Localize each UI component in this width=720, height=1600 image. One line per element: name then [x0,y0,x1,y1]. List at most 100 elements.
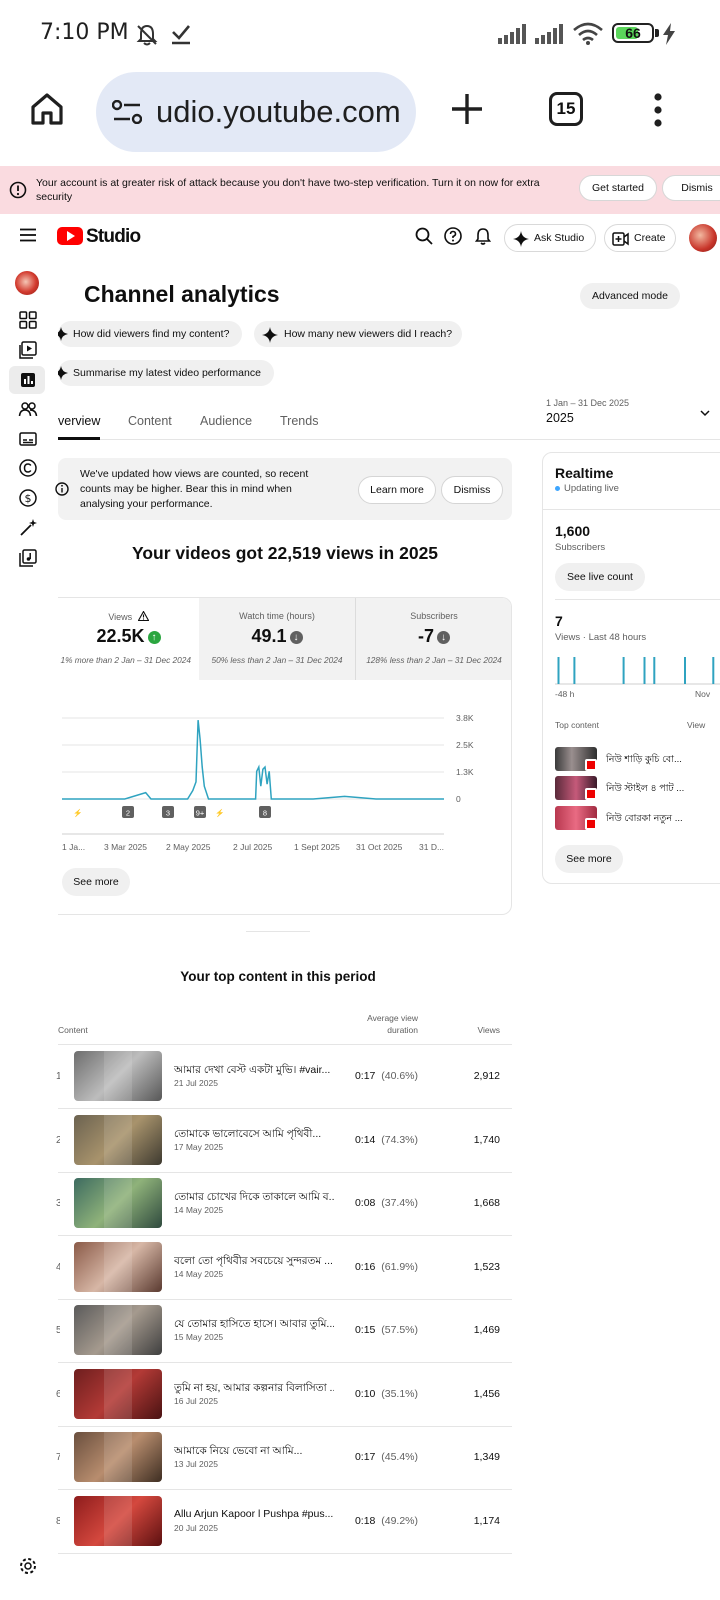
audio-library-icon[interactable] [18,548,38,568]
home-icon[interactable] [30,92,64,126]
upload-marker[interactable]: 9+ [194,806,206,818]
realtime-bar[interactable] [684,657,686,684]
help-icon[interactable] [443,226,463,246]
row-divider [58,1425,512,1427]
menu-icon[interactable] [20,228,36,242]
notice-text: We've updated how views are counted, so … [80,468,309,510]
realtime-bar[interactable] [573,657,576,684]
video-date: 16 Jul 2025 [174,1395,218,1406]
site-settings-icon[interactable] [112,100,142,124]
realtime-top-title: নিউ শাড়ি কুচি বো... [606,754,682,765]
more-vert-icon[interactable] [652,92,664,128]
video-thumbnail[interactable] [74,1178,162,1228]
video-views: 2,912 [473,1070,500,1082]
avg-view-duration: 0:16 (61.9%) [354,1260,418,1273]
dashboard-icon[interactable] [18,310,38,330]
views-counting-notice: We've updated how views are counted, so … [55,458,512,520]
video-thumbnail[interactable] [74,1051,162,1101]
content-icon[interactable] [18,340,38,360]
kpi-value: 22.5K ↑ [58,626,199,647]
copyright-icon[interactable] [18,458,38,478]
url-bar[interactable]: udio.youtube.com [96,72,416,152]
alert-circle-icon [9,181,27,199]
views-line-chart[interactable]: 3.8K 2.5K 1.3K 0 ⚡ 2 3 9+ ⚡ 8 1 Ja... 3 Mar 2025 2 M… [58,698,512,858]
tab-content[interactable]: Content [128,414,172,428]
shorts-marker[interactable]: ⚡ [72,806,84,818]
customisation-wand-icon[interactable] [18,518,38,538]
notice-dismiss-button[interactable]: Dismiss [441,476,503,504]
youtube-logo-icon[interactable] [57,227,83,245]
create-button[interactable]: Create [604,224,676,252]
video-thumbnail[interactable] [74,1495,162,1546]
views-series-line[interactable] [62,720,444,800]
account-avatar[interactable] [689,224,717,252]
realtime-views-bars[interactable] [555,653,720,685]
tab-audience[interactable]: Audience [200,414,252,428]
banner-dismiss-button[interactable]: Dismis [662,175,720,201]
x-tick-label: 3 Mar 2025 [104,842,147,852]
get-started-button[interactable]: Get started [579,175,657,201]
search-icon[interactable] [414,226,434,246]
chip-label: How did viewers find my content? [73,328,230,340]
notifications-icon[interactable] [473,226,493,246]
upload-marker[interactable]: 2 [122,806,134,818]
row-rank: 4 [56,1261,60,1273]
tab-switcher[interactable]: 15 [549,92,583,126]
realtime-bar[interactable] [712,657,715,684]
row-rank: 1 [56,1071,60,1082]
subtitles-icon[interactable] [18,429,38,449]
battery-tip [655,29,659,37]
see-live-count-button[interactable]: See live count [555,563,645,591]
video-thumbnail[interactable] [74,1114,162,1165]
kpi-label: Watch time (hours) [239,611,315,621]
realtime-bar[interactable] [622,657,625,684]
see-more-button[interactable]: See more [62,868,130,896]
kpi-subscribers[interactable]: Subscribers -7 ↓ 128% less than 2 Jan – 3… [355,598,511,680]
realtime-see-more-button[interactable]: See more [555,845,623,873]
y-tick-label: 0 [456,794,461,804]
video-title[interactable]: Allu Arjun Kapoor l Pushpa #pus... [174,1508,334,1520]
x-tick-label: 1 Ja... [62,842,85,852]
y-tick-label: 1.3K [456,767,474,777]
video-date: 15 May 2025 [174,1332,224,1342]
kpi-watch-time[interactable]: Watch time (hours) 49.1 ↓ 50% less than 2… [199,598,355,680]
x-tick-label: 1 Sept 2025 [294,842,340,852]
y-tick-label: 2.5K [456,740,474,750]
row-divider [58,1235,512,1236]
video-thumbnail[interactable] [74,1305,162,1355]
realtime-bar[interactable] [643,657,646,684]
sparkle-icon [513,231,529,247]
chip-viewers-find[interactable]: How did viewers find my content? [58,321,242,347]
earn-icon[interactable]: $ [18,488,38,508]
chip-new-viewers[interactable]: How many new viewers did I reach? [254,321,462,347]
shorts-marker[interactable]: ⚡ [214,806,226,818]
learn-more-button[interactable]: Learn more [358,476,436,504]
analytics-icon[interactable] [18,370,38,390]
signal-icon-2 [535,24,563,44]
advanced-mode-button[interactable]: Advanced mode [580,283,680,309]
channel-avatar[interactable] [15,271,39,295]
row-rank: 6 [56,1388,60,1400]
video-thumbnail[interactable] [74,1241,162,1292]
ask-studio-button[interactable]: Ask Studio [504,224,596,252]
tab-trends[interactable]: Trends [280,414,318,428]
analytics-tabs: verview Content Audience Trends [58,412,720,440]
chip-summarise-latest[interactable]: Summarise my latest video performance [58,360,274,386]
realtime-axis-start: -48 h [555,689,575,699]
realtime-bar[interactable] [557,657,560,684]
community-icon[interactable] [18,399,38,419]
realtime-subscribers-value: 1,600 [555,523,591,539]
upload-marker[interactable]: 8 [259,806,271,818]
realtime-bar[interactable] [653,657,656,684]
studio-logo-text[interactable]: Studio [86,226,141,248]
status-bar: 7:10 PM 66 [0,0,720,68]
upload-marker[interactable]: 3 [162,806,174,818]
settings-icon[interactable] [18,1556,38,1576]
avg-duration-header-line1: Average view [367,1013,418,1023]
sparkle-icon [58,327,68,341]
video-thumbnail[interactable] [74,1368,162,1419]
kpi-views[interactable]: Views 22.5K ↑ 1% more than 2 Jan – 31 Dec… [58,598,199,680]
tab-overview[interactable]: verview [58,414,100,428]
video-thumbnail[interactable] [74,1432,162,1482]
new-tab-icon[interactable] [450,92,484,126]
